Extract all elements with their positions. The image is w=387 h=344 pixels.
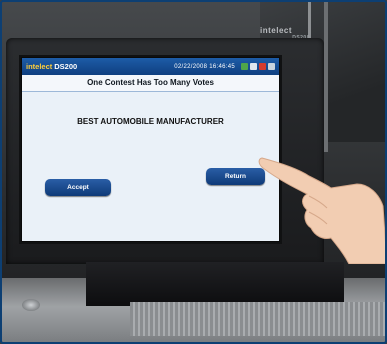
ballot-slot-tray [130,302,385,336]
power-status-icon [268,63,275,70]
app-model: DS200 [54,62,78,71]
page-title: One Contest Has Too Many Votes [22,75,279,92]
voting-screen: intelect DS200 02/22/2008 16:46:45 One C… [21,57,280,242]
status-icons [241,63,275,70]
device-rail-right [324,2,328,152]
network-status-icon [241,63,248,70]
screen-topbar: intelect DS200 02/22/2008 16:46:45 [22,58,279,75]
pointing-hand [258,157,385,264]
alert-status-icon [259,63,266,70]
screen-stand [86,262,344,306]
app-logo: intelect [26,62,53,71]
photo-frame: intelect DS200 intelect DS200 02/22/2008… [0,0,387,344]
device-brand-text: intelect [260,26,293,35]
contest-name: BEST AUTOMOBILE MANUFACTURER [77,117,224,126]
printer-status-icon [250,63,257,70]
device-knob [22,299,40,311]
accept-button[interactable]: Accept [45,179,111,196]
datetime-display: 02/22/2008 16:46:45 [174,63,235,70]
